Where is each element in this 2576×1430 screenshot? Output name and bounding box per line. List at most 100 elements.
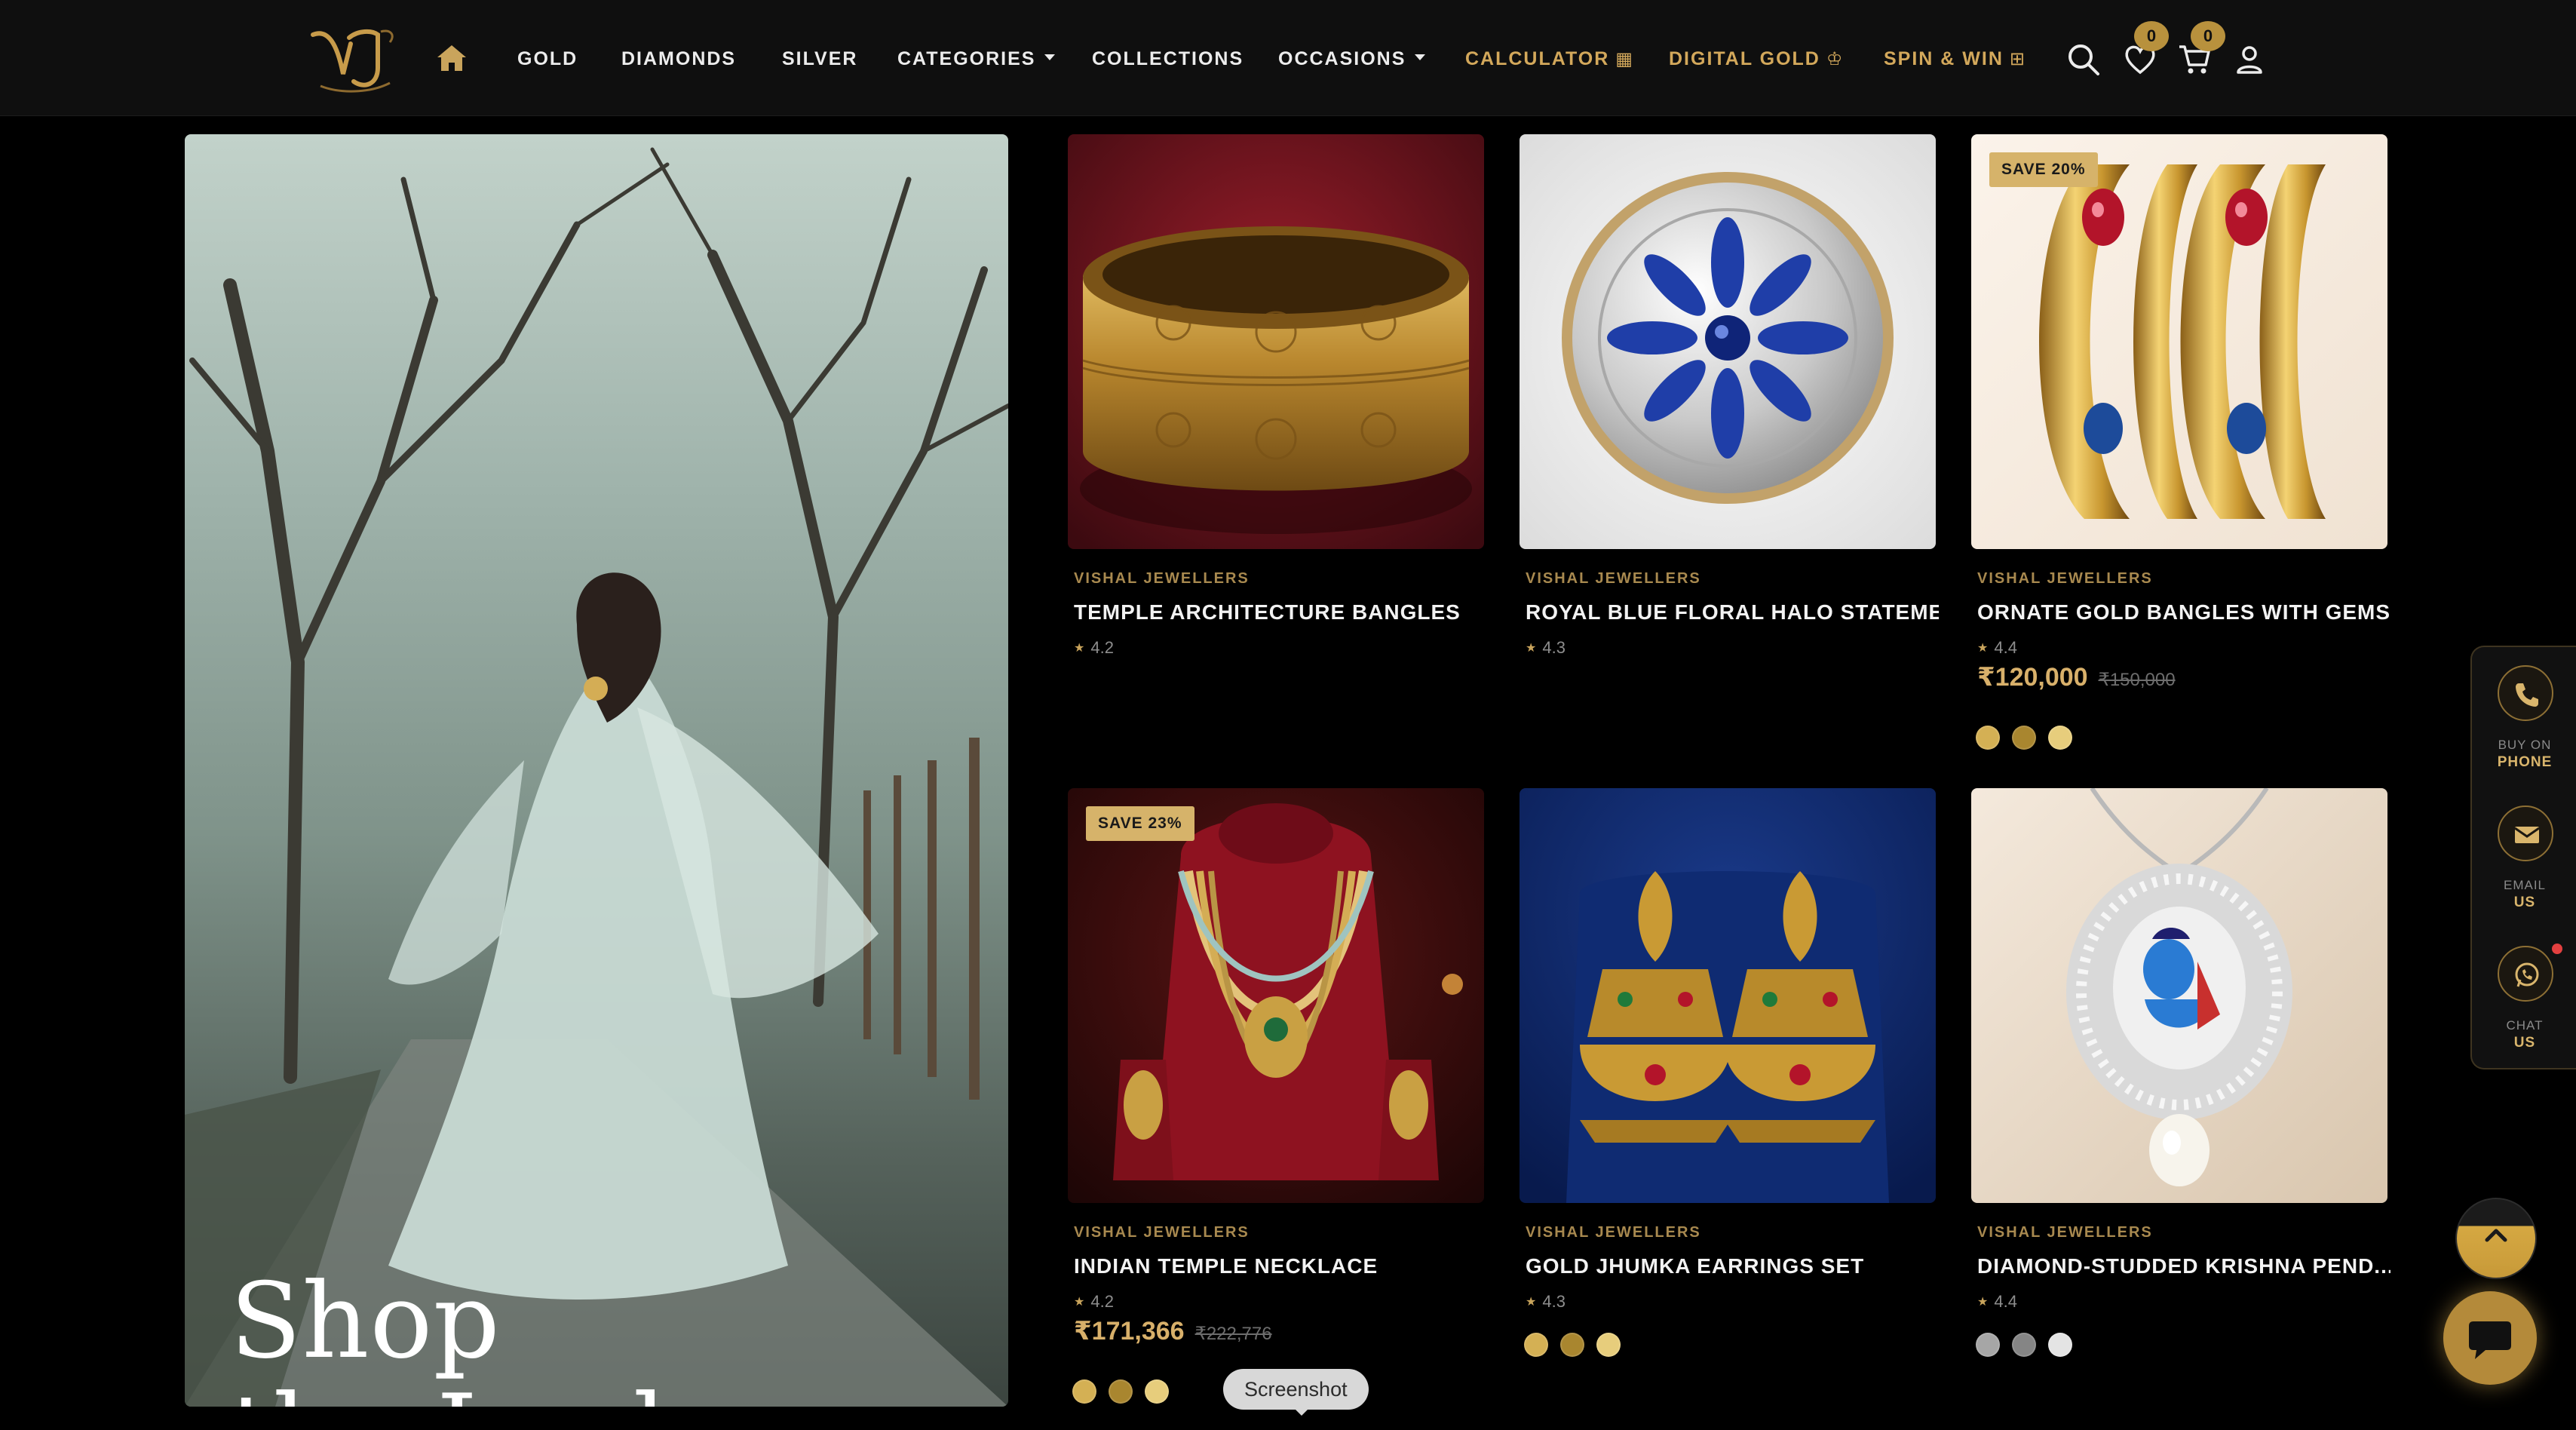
chevron-down-icon bbox=[1415, 54, 1426, 61]
mail-icon bbox=[2498, 806, 2553, 861]
hero-photo bbox=[185, 147, 1008, 1407]
nav-occasions[interactable]: OCCASIONS bbox=[1278, 44, 1426, 74]
product-rating: ★ 4.2 bbox=[1074, 1292, 1114, 1311]
cart-count-badge: 0 bbox=[2191, 21, 2225, 51]
nav-categories[interactable]: CATEGORIES bbox=[897, 44, 1056, 74]
email-us-button[interactable]: EMAIL US bbox=[2472, 806, 2576, 926]
nav-gold[interactable]: GOLD bbox=[517, 44, 578, 74]
product-name[interactable]: TEMPLE ARCHITECTURE BANGLES bbox=[1074, 600, 1487, 624]
krishna-pendant-photo bbox=[1971, 788, 2387, 1203]
product-rating: ★ 4.3 bbox=[1526, 638, 1566, 657]
product-card[interactable]: VISHAL JEWELLERS GOLD JHUMKA EARRINGS SE… bbox=[1520, 788, 1936, 1376]
phone-icon bbox=[2498, 665, 2553, 721]
chat-button[interactable] bbox=[2443, 1291, 2537, 1385]
product-price: ₹171,366 ₹222,776 bbox=[1074, 1316, 1272, 1346]
product-image[interactable]: SAVE 23% bbox=[1068, 788, 1484, 1203]
product-image[interactable] bbox=[1068, 134, 1484, 549]
product-brand: VISHAL JEWELLERS bbox=[1074, 1224, 1250, 1241]
product-card[interactable]: VISHAL JEWELLERS DIAMOND-STUDDED KRISHNA… bbox=[1971, 788, 2390, 1376]
product-image[interactable] bbox=[1971, 788, 2387, 1203]
product-brand: VISHAL JEWELLERS bbox=[1074, 570, 1250, 587]
product-image[interactable] bbox=[1520, 134, 1936, 549]
swatch-rose-gold[interactable] bbox=[2012, 726, 2036, 750]
original-price: ₹222,776 bbox=[1194, 1324, 1272, 1344]
star-icon: ★ bbox=[1074, 1296, 1085, 1309]
whatsapp-icon bbox=[2498, 946, 2553, 1002]
star-icon: ★ bbox=[1074, 642, 1085, 655]
temple-necklace-photo bbox=[1068, 788, 1484, 1203]
swatch-yellow-gold[interactable] bbox=[1072, 1379, 1096, 1404]
product-rating: ★ 4.4 bbox=[1977, 1292, 2017, 1311]
swatch-light-gold[interactable] bbox=[1596, 1333, 1621, 1357]
crown-icon: ♔ bbox=[1826, 49, 1845, 69]
current-price: ₹120,000 bbox=[1977, 663, 2088, 692]
product-brand: VISHAL JEWELLERS bbox=[1526, 570, 1701, 587]
product-rating: ★ 4.3 bbox=[1526, 1292, 1566, 1311]
star-icon: ★ bbox=[1977, 642, 1989, 655]
product-name[interactable]: ROYAL BLUE FLORAL HALO STATEME... bbox=[1526, 600, 1939, 624]
product-brand: VISHAL JEWELLERS bbox=[1526, 1224, 1701, 1241]
chat-bubble-icon bbox=[2469, 1321, 2511, 1359]
nav-silver[interactable]: SILVER bbox=[782, 44, 857, 74]
calculator-icon: ▦ bbox=[1615, 49, 1634, 69]
swatch-yellow-gold[interactable] bbox=[1976, 726, 2000, 750]
product-card[interactable]: VISHAL JEWELLERS ROYAL BLUE FLORAL HALO … bbox=[1520, 134, 1939, 839]
shop-the-look-banner[interactable]: Shop the Look bbox=[185, 134, 1008, 1407]
wishlist-count-badge: 0 bbox=[2134, 21, 2169, 51]
search-icon[interactable] bbox=[2066, 42, 2101, 77]
swatch-silver[interactable] bbox=[1976, 1333, 2000, 1357]
product-card[interactable]: SAVE 20% VISHAL JEWELLERS ORNATE GOLD BA… bbox=[1971, 134, 2390, 760]
metal-swatches bbox=[1976, 726, 2084, 751]
scroll-to-top-button[interactable] bbox=[2455, 1198, 2537, 1279]
nav-digital-gold[interactable]: DIGITAL GOLD ♔ bbox=[1669, 44, 1844, 74]
product-brand: VISHAL JEWELLERS bbox=[1977, 1224, 2153, 1241]
contact-rail: BUY ON PHONE EMAIL US CHAT US bbox=[2470, 646, 2576, 1069]
nav-diamonds[interactable]: DIAMONDS bbox=[621, 44, 736, 74]
screenshot-tooltip: Screenshot bbox=[1223, 1369, 1369, 1410]
metal-swatches bbox=[1976, 1333, 2084, 1358]
product-image[interactable] bbox=[1520, 788, 1936, 1203]
save-badge: SAVE 20% bbox=[1989, 152, 2098, 187]
blue-floral-ring-photo bbox=[1520, 134, 1936, 549]
product-image[interactable]: SAVE 20% bbox=[1971, 134, 2387, 549]
star-icon: ★ bbox=[1977, 1296, 1989, 1309]
buy-on-phone-button[interactable]: BUY ON PHONE bbox=[2472, 665, 2576, 786]
nav-calculator[interactable]: CALCULATOR ▦ bbox=[1465, 44, 1634, 74]
product-card[interactable]: SAVE 23% VISHAL JEWELLERS INDIAN TEMPLE … bbox=[1068, 788, 1484, 1414]
nav-collections[interactable]: COLLECTIONS bbox=[1092, 44, 1244, 74]
metal-swatches bbox=[1524, 1333, 1633, 1358]
hero-title: Shop the Look bbox=[230, 1260, 696, 1407]
current-price: ₹171,366 bbox=[1074, 1317, 1185, 1346]
product-rating: ★ 4.2 bbox=[1074, 638, 1114, 657]
star-icon: ★ bbox=[1526, 642, 1537, 655]
tooltip-arrow bbox=[1294, 1408, 1309, 1416]
product-name[interactable]: GOLD JHUMKA EARRINGS SET bbox=[1526, 1254, 1939, 1278]
swatch-light-gold[interactable] bbox=[2048, 726, 2072, 750]
product-name[interactable]: INDIAN TEMPLE NECKLACE bbox=[1074, 1254, 1487, 1278]
metal-swatches bbox=[1072, 1379, 1181, 1405]
top-navbar: GOLD DIAMONDS SILVER CATEGORIES COLLECTI… bbox=[0, 0, 2576, 116]
product-brand: VISHAL JEWELLERS bbox=[1977, 570, 2153, 587]
swatch-rose-gold[interactable] bbox=[1560, 1333, 1584, 1357]
vj-logo[interactable] bbox=[305, 21, 403, 97]
user-icon[interactable] bbox=[2232, 42, 2267, 77]
chat-us-button[interactable]: CHAT US bbox=[2472, 946, 2576, 1066]
save-badge: SAVE 23% bbox=[1086, 806, 1194, 841]
product-name[interactable]: DIAMOND-STUDDED KRISHNA PEND... bbox=[1977, 1254, 2390, 1278]
jhumka-earrings-photo bbox=[1520, 788, 1936, 1203]
swatch-light-gold[interactable] bbox=[1145, 1379, 1169, 1404]
swatch-yellow-gold[interactable] bbox=[1524, 1333, 1548, 1357]
ornate-gold-bangles-photo bbox=[1971, 134, 2387, 549]
product-rating: ★ 4.4 bbox=[1977, 638, 2017, 657]
product-card[interactable]: VISHAL JEWELLERS TEMPLE ARCHITECTURE BAN… bbox=[1068, 134, 1487, 839]
swatch-dark-silver[interactable] bbox=[2012, 1333, 2036, 1357]
swatch-white-gold[interactable] bbox=[2048, 1333, 2072, 1357]
nav-spin-win[interactable]: SPIN & WIN ⊞ bbox=[1884, 44, 2026, 74]
temple-bangles-photo bbox=[1068, 134, 1484, 549]
product-name[interactable]: ORNATE GOLD BANGLES WITH GEMS... bbox=[1977, 600, 2390, 624]
original-price: ₹150,000 bbox=[2098, 670, 2176, 690]
home-icon[interactable] bbox=[436, 44, 468, 72]
chevron-down-icon bbox=[1044, 54, 1056, 61]
swatch-rose-gold[interactable] bbox=[1109, 1379, 1133, 1404]
chevron-up-icon bbox=[2485, 1229, 2507, 1242]
